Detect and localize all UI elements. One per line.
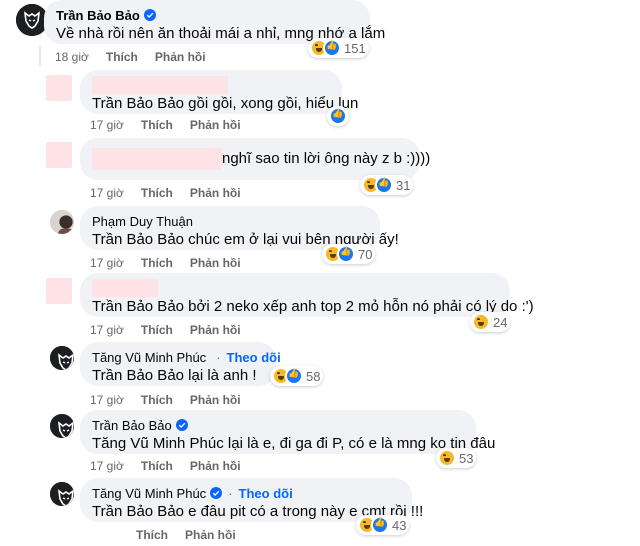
verified-badge-icon — [175, 419, 188, 431]
like-reaction-icon — [337, 245, 355, 263]
comment-author[interactable]: Tăng Vũ Minh Phúc — [92, 350, 206, 365]
reply-button[interactable]: Phản hồi — [190, 393, 241, 407]
haha-reaction-icon — [438, 449, 456, 467]
comment-text: Trần Bảo Bảo bởi 2 neko xếp anh top 2 mỏ… — [92, 298, 534, 315]
redacted-author-name — [92, 76, 228, 94]
comment-actions: 18 giờ Thích Phản hồi — [55, 50, 206, 64]
comment-author[interactable]: Phạm Duy Thuận — [92, 214, 193, 229]
redacted-text — [92, 148, 222, 170]
comment-author[interactable]: Tăng Vũ Minh Phúc — [92, 486, 206, 501]
mention-link[interactable]: Trần Bảo Bảo — [92, 231, 184, 248]
wolf-logo-icon — [50, 414, 74, 438]
reply-button[interactable]: Phản hồi — [190, 118, 241, 132]
reaction-summary[interactable]: 58 — [270, 366, 324, 386]
reaction-count: 70 — [358, 246, 373, 262]
timestamp[interactable]: 17 giờ — [90, 118, 124, 132]
like-reaction-icon — [371, 516, 389, 534]
like-reaction-icon — [323, 39, 341, 57]
comment-text: Tăng Vũ Minh Phúc lại là e, đi ga đi P, … — [92, 435, 496, 452]
reaction-count: 53 — [459, 450, 474, 466]
thread-line — [39, 46, 41, 66]
like-button[interactable]: Thích — [106, 50, 138, 64]
like-reaction-icon — [375, 176, 393, 194]
comment-actions: 17 giờ Thích Phản hồi — [90, 118, 241, 132]
mention-link[interactable]: Trần Bảo Bảo — [92, 298, 184, 315]
reaction-count: 43 — [392, 517, 407, 533]
comment-text: Trần Bảo Bảo e đâu pit có a trong này e … — [92, 503, 424, 520]
comment-bubble: Tăng Vũ Minh Phúc · Theo dõi Trần Bảo Bả… — [80, 342, 281, 386]
avatar-redacted[interactable] — [46, 75, 72, 101]
comment-author[interactable]: Trần Bảo Bảo — [92, 418, 172, 433]
avatar[interactable] — [50, 346, 74, 370]
like-button[interactable]: Thích — [141, 393, 173, 407]
like-reaction-icon — [329, 107, 347, 125]
like-button[interactable]: Thích — [141, 459, 173, 473]
reply-button[interactable]: Phản hồi — [185, 528, 236, 542]
reply-button[interactable]: Phản hồi — [190, 323, 241, 337]
avatar-redacted[interactable] — [46, 278, 72, 304]
reaction-count: 24 — [493, 314, 508, 330]
reaction-summary[interactable]: 70 — [322, 244, 376, 264]
mention-link[interactable]: Trần Bảo Bảo — [92, 503, 184, 520]
mention-link[interactable]: Tăng Vũ Minh Phúc — [92, 435, 224, 452]
avatar[interactable] — [50, 482, 74, 506]
profile-photo-icon — [50, 210, 74, 234]
timestamp[interactable]: 17 giờ — [90, 256, 124, 270]
comment-bubble: Trần Bảo Bảo Tăng Vũ Minh Phúc lại là e,… — [80, 410, 496, 454]
haha-reaction-icon — [472, 313, 490, 331]
comment-text: Trần Bảo Bảo gồi gồi, xong gồi, hiểu lun — [92, 95, 359, 112]
comment-actions: 17 giờ Thích Phản hồi — [90, 459, 241, 473]
comment-text: nghĩ sao tin lời ông này z b :)))) — [92, 148, 430, 170]
wolf-logo-icon — [50, 482, 74, 506]
redacted-author-name — [92, 279, 158, 297]
reply-button[interactable]: Phản hồi — [190, 459, 241, 473]
reply-button[interactable]: Phản hồi — [155, 50, 206, 64]
comment-author[interactable]: Trần Bảo Bảo — [56, 8, 140, 23]
timestamp[interactable]: 17 giờ — [90, 186, 124, 200]
comment-bubble: nghĩ sao tin lời ông này z b :)))) — [80, 138, 430, 180]
wolf-logo-icon — [50, 346, 74, 370]
like-button[interactable]: Thích — [141, 256, 173, 270]
comment-bubble: Trần Bảo Bảo gồi gồi, xong gồi, hiểu lun — [80, 70, 359, 114]
like-button[interactable]: Thích — [141, 186, 173, 200]
comment-bubble: Trần Bảo Bảo bởi 2 neko xếp anh top 2 mỏ… — [80, 273, 534, 317]
reaction-summary[interactable]: 53 — [436, 448, 477, 468]
comment-actions: 17 giờ Thích Phản hồi — [90, 256, 241, 270]
reply-button[interactable]: Phản hồi — [190, 256, 241, 270]
like-button[interactable]: Thích — [141, 118, 173, 132]
comment-actions: 17 giờ Thích Phản hồi — [90, 393, 241, 407]
follow-button[interactable]: Theo dõi — [227, 350, 281, 365]
separator-dot-icon: · — [228, 485, 233, 501]
comment-actions: Thích Phản hồi — [90, 528, 236, 542]
reaction-summary[interactable]: 43 — [356, 515, 410, 535]
avatar[interactable] — [50, 210, 74, 234]
like-reaction-icon — [285, 367, 303, 385]
follow-button[interactable]: Theo dõi — [239, 486, 293, 501]
comment-actions: 17 giờ Thích Phản hồi — [90, 186, 241, 200]
mention-link[interactable]: Trần Bảo Bảo — [92, 367, 184, 384]
verified-badge-icon — [143, 9, 156, 21]
reaction-count: 58 — [306, 368, 321, 384]
separator-dot-icon: · — [216, 349, 221, 365]
mention-link[interactable]: Trần Bảo Bảo — [92, 95, 184, 112]
verified-badge-icon — [210, 487, 223, 499]
comment-actions: 17 giờ Thích Phản hồi — [90, 323, 241, 337]
avatar[interactable] — [50, 414, 74, 438]
reaction-summary[interactable]: 31 — [360, 175, 414, 195]
like-button[interactable]: Thích — [141, 323, 173, 337]
reaction-summary[interactable]: 24 — [470, 312, 511, 332]
reply-button[interactable]: Phản hồi — [190, 186, 241, 200]
reaction-count: 31 — [396, 177, 411, 193]
reaction-count: 151 — [344, 40, 366, 56]
timestamp[interactable]: 18 giờ — [55, 50, 89, 64]
comment-text: Trần Bảo Bảo lại là anh ! — [92, 367, 257, 384]
timestamp[interactable]: 17 giờ — [90, 459, 124, 473]
reaction-summary[interactable] — [327, 106, 349, 126]
like-button[interactable]: Thích — [136, 528, 168, 542]
avatar-redacted[interactable] — [46, 142, 72, 168]
timestamp[interactable]: 17 giờ — [90, 393, 124, 407]
reaction-summary[interactable]: 151 — [308, 38, 369, 58]
timestamp[interactable]: 17 giờ — [90, 323, 124, 337]
